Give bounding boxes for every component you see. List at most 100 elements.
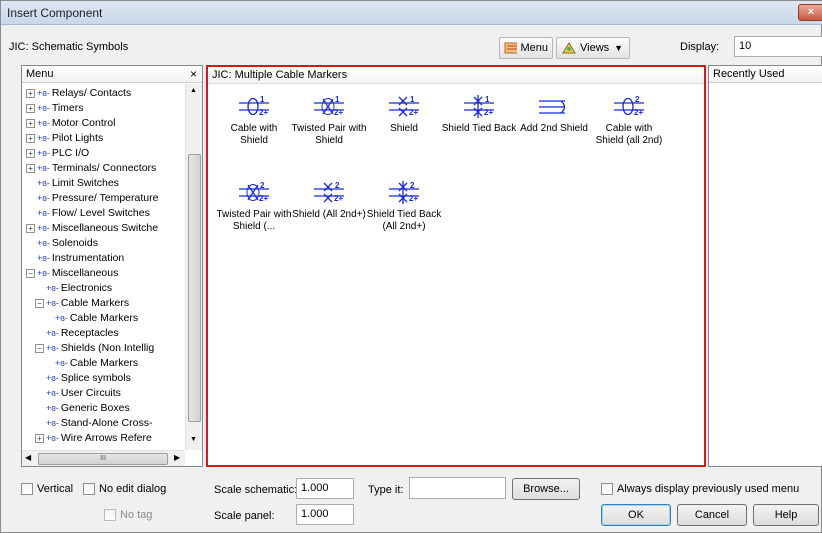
collapse-icon[interactable]: − xyxy=(35,343,44,353)
menu-tree-item-label: Wire Arrows Refere xyxy=(60,432,152,444)
expand-icon[interactable]: + xyxy=(26,88,35,98)
collapse-icon[interactable]: − xyxy=(35,298,44,308)
ok-button[interactable]: OK xyxy=(601,504,671,526)
menu-tree-item[interactable]: +ɞ- Pressure/ Temperature xyxy=(26,191,158,205)
symbol-label: Shield Tied Back xyxy=(441,123,517,134)
expand-icon[interactable]: + xyxy=(35,433,44,443)
chevron-down-icon: ▼ xyxy=(614,43,624,53)
vertical-checkbox[interactable] xyxy=(21,483,33,496)
cable-shield-icon: 1 2+ xyxy=(216,93,292,119)
display-count-field[interactable]: 10 xyxy=(734,36,822,57)
menu-tree-item-label: Cable Markers xyxy=(69,357,139,369)
close-button[interactable]: × xyxy=(798,4,822,21)
menu-horizontal-scrollbar[interactable]: ◀ III ▶ xyxy=(22,450,185,466)
menu-button[interactable]: Menu xyxy=(499,37,553,59)
menu-tree-item[interactable]: + +ɞ- Terminals/ Connectors xyxy=(26,161,156,175)
svg-text:2: 2 xyxy=(335,181,340,190)
views-button[interactable]: Views ▼ xyxy=(556,37,630,59)
expand-icon[interactable]: + xyxy=(26,223,35,233)
symbol-tile[interactable]: 2 2+ Shield (All 2nd+) xyxy=(291,179,367,221)
menu-panel-close-icon[interactable]: × xyxy=(190,67,197,81)
scroll-left-icon[interactable]: ◀ xyxy=(25,453,31,462)
menu-tree-item[interactable]: + +ɞ- Wire Arrows Refere xyxy=(35,431,152,445)
symbol-label: Twisted Pair with Shield (... xyxy=(216,209,292,232)
menu-tree-panel: Menu × + +ɞ- Relays/ Contacts + +ɞ- Timers + +ɞ… xyxy=(21,65,203,467)
scroll-right-icon[interactable]: ▶ xyxy=(174,453,180,462)
symbol-tile[interactable]: 1 2+ Shield Tied Back xyxy=(441,93,517,135)
menu-tree-item[interactable]: + +ɞ- Motor Control xyxy=(26,116,115,130)
menu-hscroll-thumb[interactable]: III xyxy=(38,453,168,465)
library-title: JIC: Schematic Symbols xyxy=(9,41,129,53)
menu-tree-item[interactable]: +ɞ- Flow/ Level Switches xyxy=(26,206,150,220)
type-it-input[interactable] xyxy=(409,477,506,499)
symbol-tile[interactable]: 1 2+ Cable with Shield xyxy=(216,93,292,147)
scale-panel-field[interactable]: 1.000 xyxy=(296,504,354,525)
svg-text:2: 2 xyxy=(260,181,265,190)
menu-tree-item[interactable]: +ɞ- Instrumentation xyxy=(26,251,124,265)
menu-tree-item[interactable]: + +ɞ- Miscellaneous Switche xyxy=(26,221,158,235)
menu-tree-item[interactable]: +ɞ- Generic Boxes xyxy=(35,401,130,415)
symbol-tile[interactable]: 2 2+ Twisted Pair with Shield (... xyxy=(216,179,292,233)
cable-shield-all2nd-icon: 2 2+ xyxy=(591,93,667,119)
cancel-button[interactable]: Cancel xyxy=(677,504,747,526)
symbol-tile[interactable]: Add 2nd Shield xyxy=(516,93,592,135)
menu-tree-item[interactable]: +ɞ- Receptacles xyxy=(35,326,119,340)
expand-icon[interactable]: + xyxy=(26,163,35,173)
menu-tree-item[interactable]: +ɞ- Stand-Alone Cross- xyxy=(35,416,152,430)
menu-tree-item[interactable]: +ɞ- Solenoids xyxy=(26,236,98,250)
scroll-down-icon[interactable]: ▼ xyxy=(190,436,197,443)
menu-panel-header: Menu × xyxy=(22,66,202,83)
expand-icon[interactable]: + xyxy=(26,148,35,158)
menu-tree-item-label: Cable Markers xyxy=(69,312,139,324)
expand-icon[interactable]: + xyxy=(26,118,35,128)
menu-tree-item[interactable]: + +ɞ- PLC I/O xyxy=(26,146,89,160)
menu-tree-item-label: Splice symbols xyxy=(60,372,131,384)
no-tag-label: No tag xyxy=(120,509,153,521)
menu-tree-item[interactable]: +ɞ- Electronics xyxy=(35,281,112,295)
type-it-label: Type it: xyxy=(368,484,404,496)
menu-tree-item[interactable]: +ɞ- Cable Markers xyxy=(44,356,138,370)
menu-tree-item[interactable]: − +ɞ- Cable Markers xyxy=(35,296,129,310)
always-display-checkbox[interactable] xyxy=(601,483,613,496)
expand-icon[interactable]: + xyxy=(26,103,35,113)
shield-tied-back-icon: 1 2+ xyxy=(441,93,517,119)
tree-node-icon: +ɞ- xyxy=(37,223,50,233)
expand-icon[interactable]: + xyxy=(26,133,35,143)
menu-tree-item-label: Pressure/ Temperature xyxy=(51,192,159,204)
scale-schematic-field[interactable]: 1.000 xyxy=(296,478,354,499)
no-edit-checkbox-row[interactable]: No edit dialog xyxy=(83,483,166,496)
scroll-up-icon[interactable]: ▲ xyxy=(190,87,197,94)
no-edit-dialog-checkbox[interactable] xyxy=(83,483,95,496)
tree-node-icon: +ɞ- xyxy=(46,283,59,293)
symbol-tile[interactable]: 2 2+ Shield Tied Back (All 2nd+) xyxy=(366,179,442,233)
symbol-label: Shield Tied Back (All 2nd+) xyxy=(366,209,442,232)
menu-tree-item[interactable]: + +ɞ- Relays/ Contacts xyxy=(26,86,131,100)
menu-tree-item[interactable]: +ɞ- Cable Markers xyxy=(44,311,138,325)
recently-used-header: Recently Used xyxy=(709,66,822,83)
symbol-tile[interactable]: 1 2+ Twisted Pair with Shield xyxy=(291,93,367,147)
menu-tree-item[interactable]: + +ɞ- Pilot Lights xyxy=(26,131,103,145)
svg-text:2: 2 xyxy=(635,95,640,104)
no-tag-checkbox[interactable] xyxy=(104,509,116,522)
symbol-tile[interactable]: 1 2+ Shield xyxy=(366,93,442,135)
scale-panel-label: Scale panel: xyxy=(214,510,275,522)
title-bar[interactable]: Insert Component × xyxy=(1,1,822,25)
menu-tree-item[interactable]: − +ɞ- Shields (Non Intellig xyxy=(35,341,154,355)
symbol-tile[interactable]: 2 2+ Cable with Shield (all 2nd) xyxy=(591,93,667,147)
help-button[interactable]: Help xyxy=(753,504,819,526)
shield-icon: 1 2+ xyxy=(366,93,442,119)
menu-tree-item[interactable]: +ɞ- User Circuits xyxy=(35,386,121,400)
browse-button[interactable]: Browse... xyxy=(512,478,580,500)
always-display-row[interactable]: Always display previously used menu xyxy=(601,483,799,496)
menu-tree-item-label: PLC I/O xyxy=(51,147,90,159)
menu-tree-item[interactable]: − +ɞ- Miscellaneous xyxy=(26,266,118,280)
menu-scroll-thumb[interactable] xyxy=(188,154,201,422)
collapse-icon[interactable]: − xyxy=(26,268,35,278)
svg-text:2+: 2+ xyxy=(634,108,643,117)
vertical-checkbox-row[interactable]: Vertical xyxy=(21,483,73,496)
menu-vertical-scrollbar[interactable]: ▲ ▼ xyxy=(185,84,202,450)
menu-tree-item[interactable]: +ɞ- Limit Switches xyxy=(26,176,119,190)
menu-tree-item[interactable]: +ɞ- Splice symbols xyxy=(35,371,131,385)
menu-tree-item[interactable]: + +ɞ- Timers xyxy=(26,101,84,115)
no-tag-checkbox-row[interactable]: No tag xyxy=(104,509,153,522)
